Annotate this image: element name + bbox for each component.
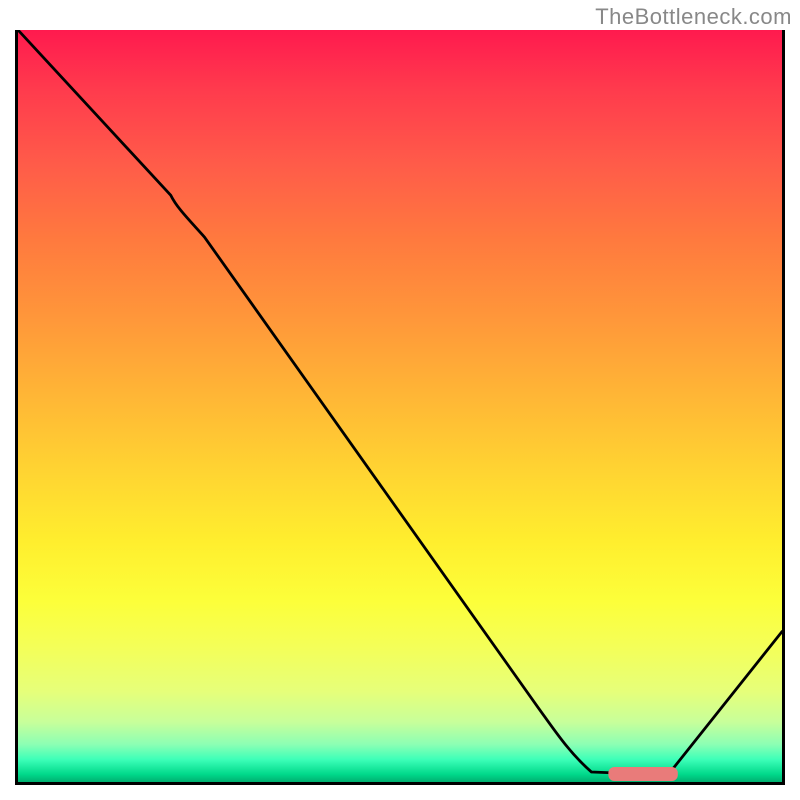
watermark-text: TheBottleneck.com [595, 4, 792, 30]
marker-layer [18, 30, 782, 782]
optimal-range-marker [608, 767, 677, 781]
chart-container: TheBottleneck.com [0, 0, 800, 800]
plot-frame [15, 30, 785, 785]
